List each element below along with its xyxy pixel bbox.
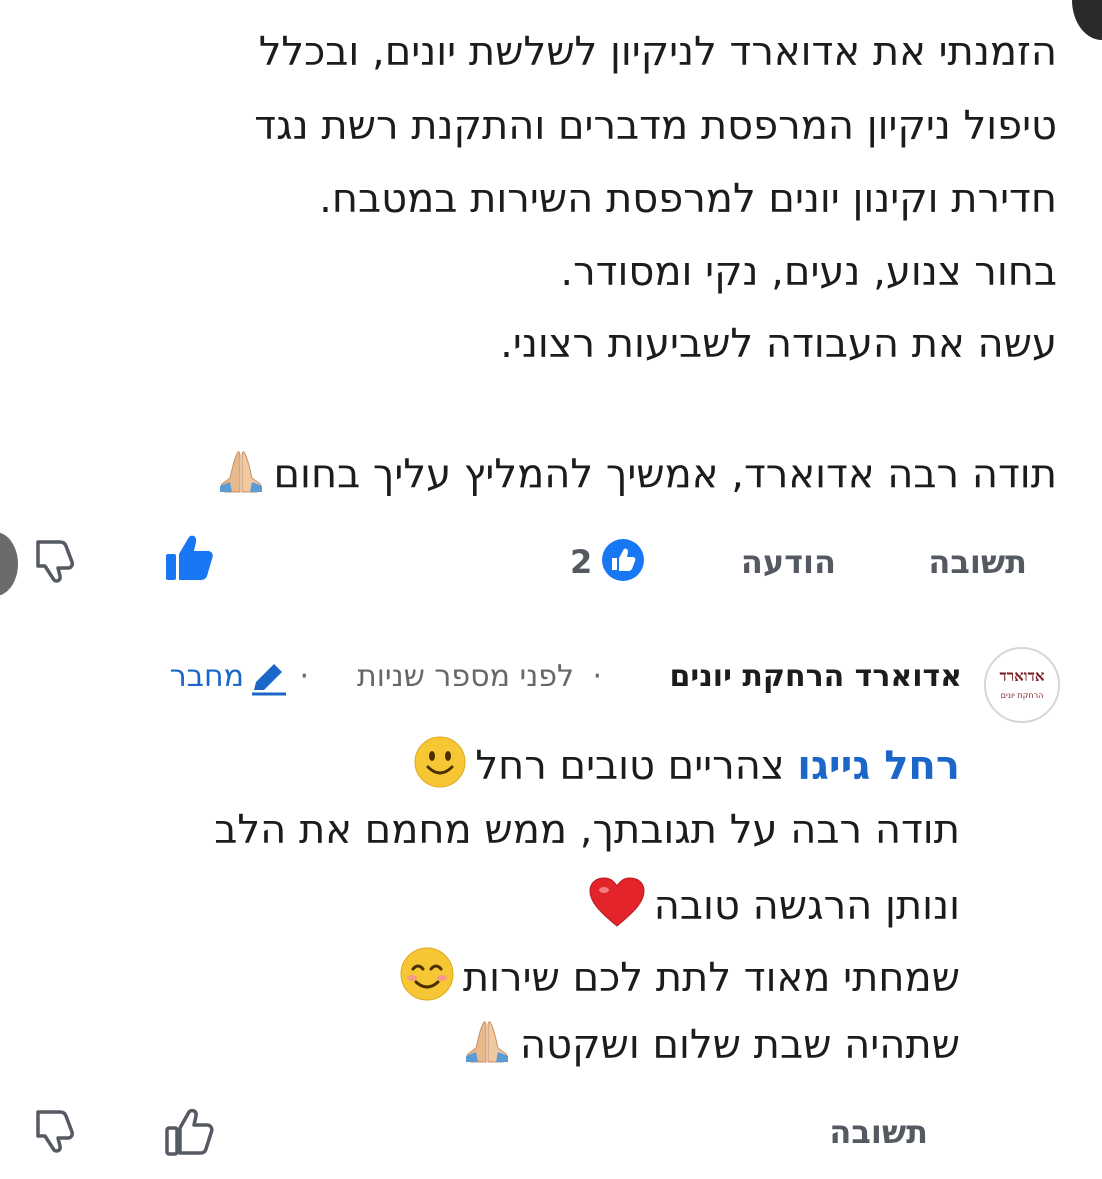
comment-line: עשה את העבודה לשביעות רצוני. [500,321,1057,367]
edge-scroll-handle[interactable] [0,532,18,596]
reply-like-button[interactable] [163,1106,215,1162]
comment-line: הזמנתי את אדוארד לניקיון לשלשת יונים, וב… [258,29,1057,75]
reply-reply-button[interactable]: תשובה [829,1112,928,1152]
red-heart-icon [588,876,646,940]
comment-line: חדירת וקינון יונים למרפסת השירות במטבח. [319,176,1057,222]
smiling-face-with-smiling-eyes-icon [399,946,455,1014]
thumbs-down-icon [30,540,78,588]
dislike-button[interactable] [30,536,78,588]
thumbs-down-outline-icon [30,1110,78,1158]
reply-line-with-hands: שתהיה שבת שלום ושקטה [462,1018,960,1076]
folded-hands-icon [216,448,266,505]
reply-line: ונותן הרגשה טובה [653,883,960,929]
reply-greeting: צהריים טובים רחל [475,743,785,789]
reply-line-with-blush: שמחתי מאוד לתת לכם שירות [399,946,960,1014]
reply-author-name[interactable]: אדוארד הרחקת יונים [669,657,962,697]
like-count: 2 [570,543,593,581]
reply-line: תודה רבה על תגובתך, ממש מחמם את הלב [214,807,960,853]
reply-button[interactable]: תשובה [928,542,1027,582]
message-button[interactable]: הודעה [741,542,836,582]
reply-line: שמחתי מאוד לתת לכם שירות [462,955,960,1001]
meta-separator: · [592,659,602,694]
meta-separator: · [299,659,309,694]
top-corner-shape [1072,0,1102,40]
reply-first-line: רחל גייגו צהריים טובים רחל [413,735,960,801]
avatar-title: אדוארד [999,667,1045,685]
reply-line: שתהיה שבת שלום ושקטה [520,1022,960,1068]
slightly-smiling-face-icon [413,735,467,801]
thumbs-up-filled-icon [163,535,215,588]
avatar-subtitle: הרחקת יונים [1000,691,1044,700]
comment-line: טיפול ניקיון המרפסת מדברים והתקנת רשת נג… [254,103,1057,149]
mention-link[interactable]: רחל גייגו [797,743,960,789]
comment-line: בחור צנוע, נעים, נקי ומסודר. [560,249,1057,295]
author-badge: מחבר [169,659,244,694]
comment-last-line: תודה רבה אדוארד, אמשיך להמליץ עליך בחום [216,448,1058,505]
pencil-icon [250,660,288,700]
reply-timestamp[interactable]: לפני מספר שניות [357,657,574,697]
like-reaction-icon [598,535,648,589]
folded-hands-icon [462,1018,512,1076]
reply-dislike-button[interactable] [30,1106,78,1158]
reply-line-with-heart: ונותן הרגשה טובה [588,876,960,940]
comment-line: תודה רבה אדוארד, אמשיך להמליץ עליך בחום [273,451,1058,498]
like-reactions[interactable]: 2 [570,536,648,588]
like-button[interactable] [163,532,215,588]
author-avatar[interactable]: אדוארד הרחקת יונים [984,647,1060,723]
thumbs-up-outline-icon [163,1108,215,1162]
